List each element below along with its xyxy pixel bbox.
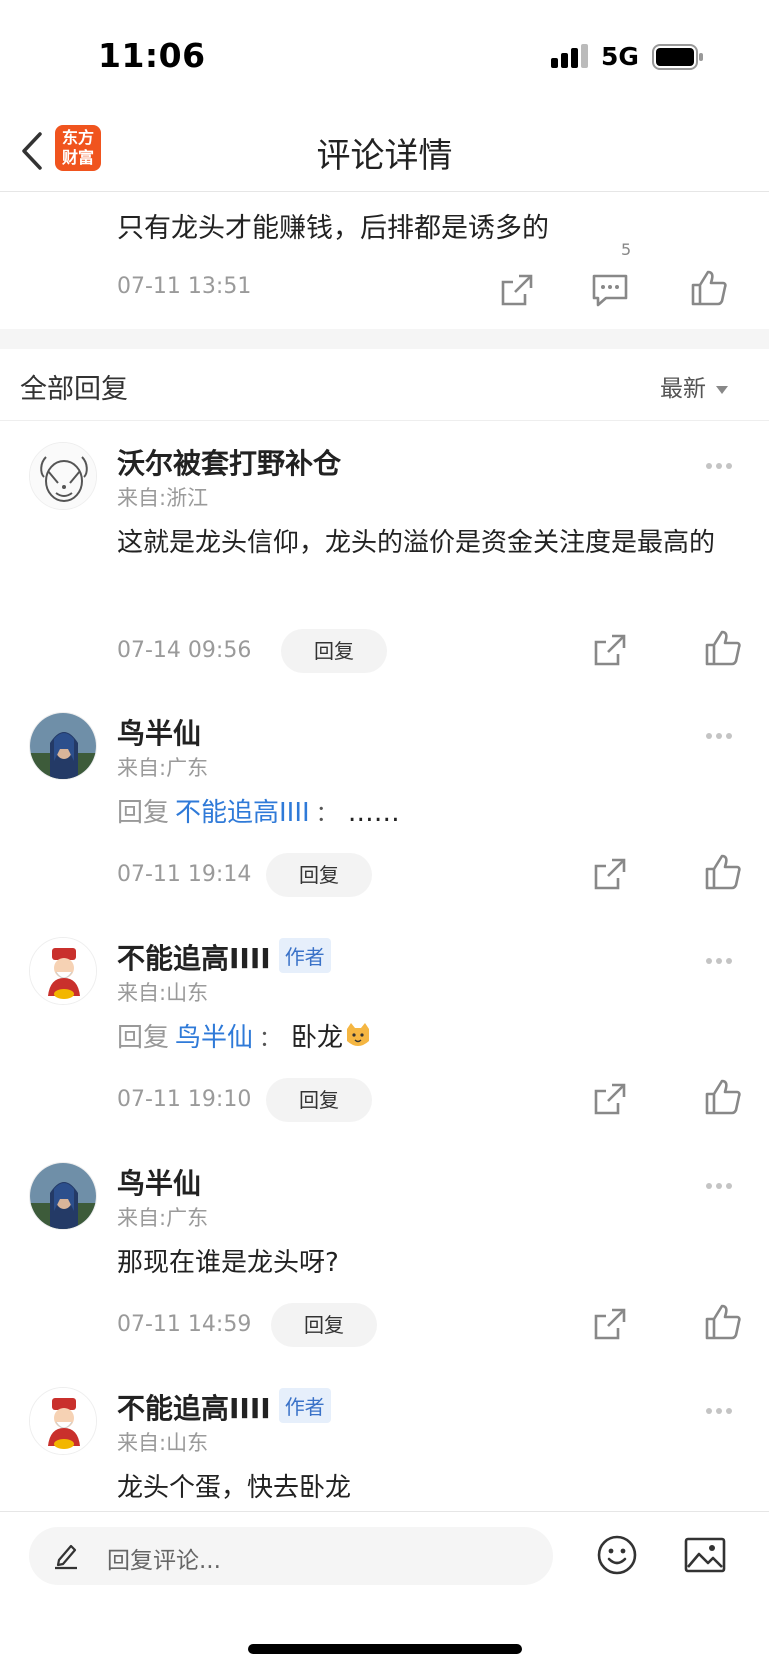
god-of-wealth-icon xyxy=(30,1388,96,1454)
status-time: 11:06 xyxy=(98,36,206,75)
network-label: 5G xyxy=(601,42,639,71)
warrior-portrait xyxy=(30,713,96,779)
location: 来自:广东 xyxy=(117,756,209,780)
share-icon[interactable] xyxy=(590,630,630,670)
reply-time: 07-14 09:56 xyxy=(117,638,252,663)
mention-link[interactable]: 鸟半仙 xyxy=(175,1023,253,1053)
more-icon[interactable] xyxy=(706,949,738,964)
reply-text: 回复 鸟半仙： 卧龙 xyxy=(117,1015,737,1063)
reply-count-badge: 5 xyxy=(621,240,632,259)
username[interactable]: 不能追高IIII 作者 xyxy=(117,1387,331,1427)
colon: ： xyxy=(259,1027,282,1052)
comment-icon[interactable] xyxy=(590,270,630,310)
warrior-portrait xyxy=(30,1163,96,1229)
avatar[interactable] xyxy=(29,1387,97,1455)
reply-item: 鸟半仙 来自:广东 回复 不能追高IIII：…… 07-11 19:14 回复 xyxy=(0,712,769,912)
nav-bar: 东方 财富 评论详情 xyxy=(0,110,769,192)
original-comment: 只有龙头才能赚钱，后排都是诱多的 07-11 13:51 5 xyxy=(0,192,769,329)
reply-prefix: 回复 xyxy=(117,798,170,828)
bottom-bar: 回复评论... xyxy=(0,1511,769,1665)
reply-prefix: 回复 xyxy=(117,1023,170,1053)
reply-item: 不能追高IIII 作者 来自:山东 回复 鸟半仙： 卧龙 07-11 19:10 回复 xyxy=(0,937,769,1137)
comment-text: 只有龙头才能赚钱，后排都是诱多的 xyxy=(117,213,549,244)
cartoon-face-icon xyxy=(30,443,96,509)
avatar[interactable] xyxy=(29,937,97,1005)
caret-down-icon xyxy=(716,385,728,394)
signal-icon xyxy=(551,44,588,68)
share-icon[interactable] xyxy=(590,854,630,894)
reply-input[interactable]: 回复评论... xyxy=(29,1527,553,1585)
battery-icon xyxy=(652,44,703,70)
reply-text: 龙头个蛋，快去卧龙 xyxy=(117,1473,352,1503)
username[interactable]: 不能追高IIII 作者 xyxy=(117,937,331,977)
author-badge: 作者 xyxy=(278,938,331,973)
username[interactable]: 鸟半仙 xyxy=(117,712,201,752)
more-icon[interactable] xyxy=(706,724,738,739)
reply-button[interactable]: 回复 xyxy=(266,853,372,897)
location: 来自:山东 xyxy=(117,1431,209,1455)
replies-header: 全部回复 最新 xyxy=(0,349,769,421)
like-icon[interactable] xyxy=(703,1077,743,1117)
reply-text: 这就是龙头信仰，龙头的溢价是资金关注度是最高的 xyxy=(117,528,716,558)
status-bar: 11:06 5G xyxy=(0,0,769,110)
mention-link[interactable]: 不能追高IIII xyxy=(175,798,310,828)
image-icon[interactable] xyxy=(684,1536,726,1574)
username[interactable]: 沃尔被套打野补仓 xyxy=(117,442,341,482)
section-divider xyxy=(0,329,769,349)
location: 来自:浙江 xyxy=(117,486,209,510)
like-icon[interactable] xyxy=(703,852,743,892)
god-of-wealth-icon xyxy=(30,938,96,1004)
reply-body: 卧龙 xyxy=(291,1023,344,1053)
avatar[interactable] xyxy=(29,442,97,510)
more-icon[interactable] xyxy=(706,1174,738,1189)
page-title: 评论详情 xyxy=(316,136,453,176)
avatar[interactable] xyxy=(29,1162,97,1230)
cat-emoji-icon xyxy=(347,1023,370,1046)
like-icon[interactable] xyxy=(689,268,729,308)
reply-time: 07-11 19:14 xyxy=(117,862,252,887)
reply-item: 沃尔被套打野补仓 来自:浙江 这就是龙头信仰，龙头的溢价是资金关注度是最高的 0… xyxy=(0,442,769,673)
share-icon[interactable] xyxy=(590,1079,630,1119)
home-indicator xyxy=(248,1644,522,1654)
comment-time: 07-11 13:51 xyxy=(117,274,252,299)
like-icon[interactable] xyxy=(703,1302,743,1342)
share-icon[interactable] xyxy=(590,1304,630,1344)
sort-dropdown[interactable]: 最新 xyxy=(660,369,728,403)
share-icon[interactable] xyxy=(497,270,537,310)
reply-item: 不能追高IIII 作者 来自:山东 龙头个蛋，快去卧龙 xyxy=(0,1387,769,1511)
reply-time: 07-11 14:59 xyxy=(117,1312,252,1337)
sort-label: 最新 xyxy=(660,376,706,402)
emoji-icon[interactable] xyxy=(596,1534,638,1576)
username-text: 不能追高IIII xyxy=(117,1392,271,1425)
more-icon[interactable] xyxy=(706,1399,738,1414)
colon: ： xyxy=(315,802,338,827)
reply-input-placeholder: 回复评论... xyxy=(107,1548,221,1574)
pen-icon xyxy=(55,1544,77,1570)
more-icon[interactable] xyxy=(706,454,738,469)
reply-body: …… xyxy=(347,798,400,828)
reply-button[interactable]: 回复 xyxy=(281,629,387,673)
reply-time: 07-11 19:10 xyxy=(117,1087,252,1112)
reply-text: 回复 不能追高IIII： …… xyxy=(117,790,737,838)
username[interactable]: 鸟半仙 xyxy=(117,1162,201,1202)
section-title: 全部回复 xyxy=(20,374,128,405)
reply-button[interactable]: 回复 xyxy=(266,1078,372,1122)
like-icon[interactable] xyxy=(703,628,743,668)
location: 来自:山东 xyxy=(117,981,209,1005)
author-badge: 作者 xyxy=(278,1388,331,1423)
reply-button[interactable]: 回复 xyxy=(271,1303,377,1347)
username-text: 不能追高IIII xyxy=(117,942,271,975)
avatar[interactable] xyxy=(29,712,97,780)
reply-item: 鸟半仙 来自:广东 那现在谁是龙头呀? 07-11 14:59 回复 xyxy=(0,1162,769,1362)
location: 来自:广东 xyxy=(117,1206,209,1230)
reply-text: 那现在谁是龙头呀? xyxy=(117,1248,339,1278)
